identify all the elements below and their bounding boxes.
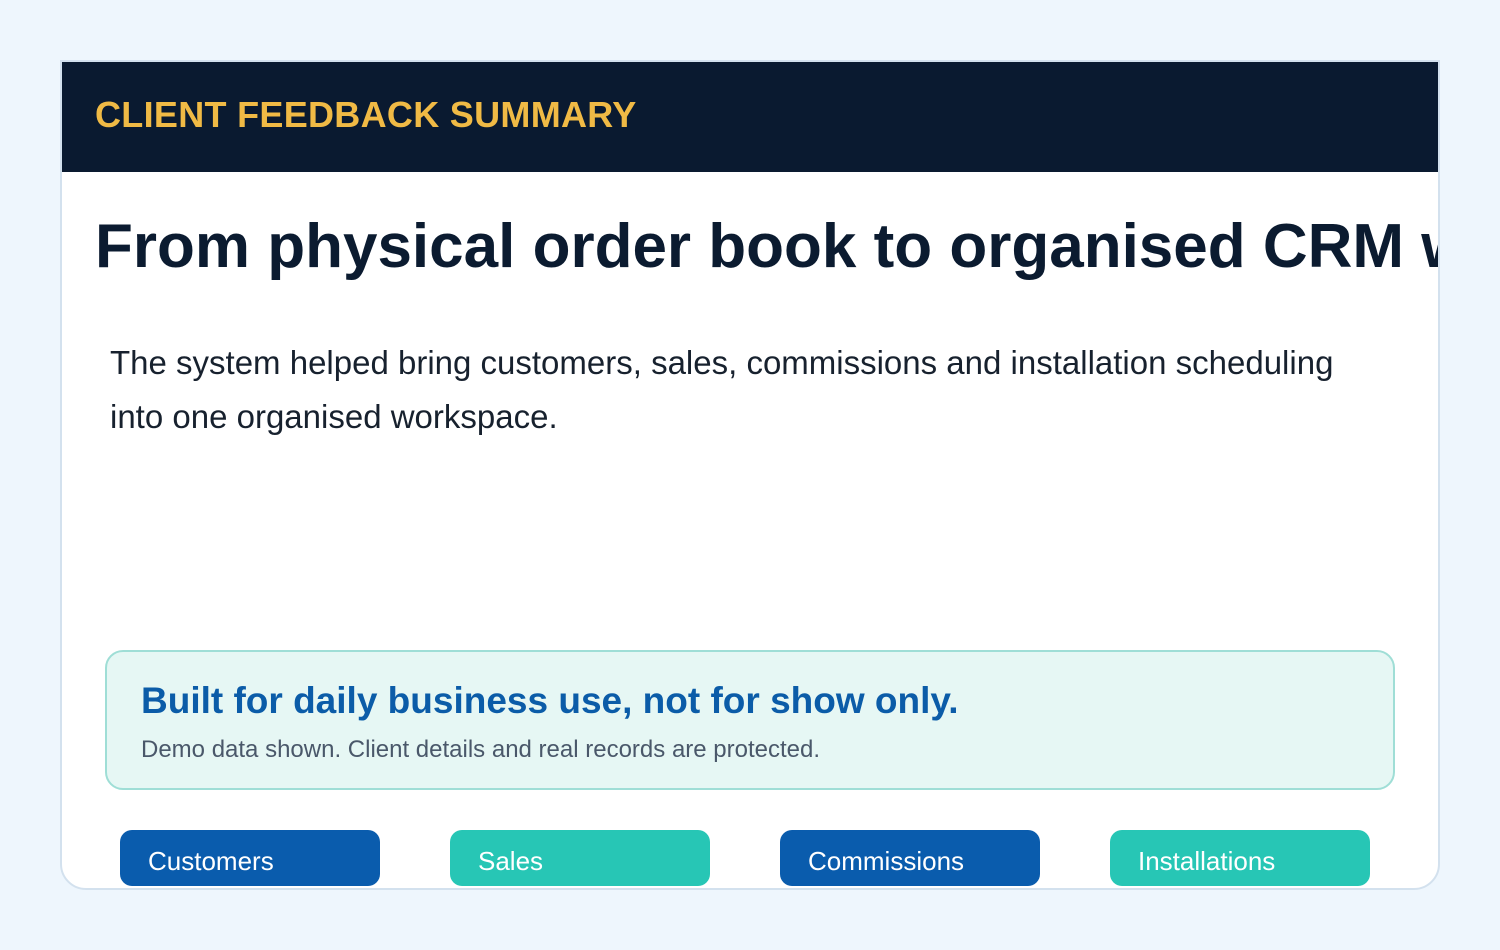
highlight-box: Built for daily business use, not for sh… [105,650,1395,790]
highlight-note: Demo data shown. Client details and real… [141,736,821,763]
module-chip-commissions[interactable]: Commissions [780,830,1040,886]
page-title: From physical order book to organised CR… [95,212,1438,281]
feedback-card: CLIENT FEEDBACK SUMMARY From physical or… [60,60,1440,890]
module-chip-installations[interactable]: Installations [1110,830,1370,886]
description-text: The system helped bring customers, sales… [110,344,1334,435]
header-title: CLIENT FEEDBACK SUMMARY [95,94,637,135]
module-chip-sales[interactable]: Sales [450,830,710,886]
header-bar: CLIENT FEEDBACK SUMMARY [62,62,1438,172]
module-chip-customers[interactable]: Customers [120,830,380,886]
highlight-title: Built for daily business use, not for sh… [141,680,959,721]
